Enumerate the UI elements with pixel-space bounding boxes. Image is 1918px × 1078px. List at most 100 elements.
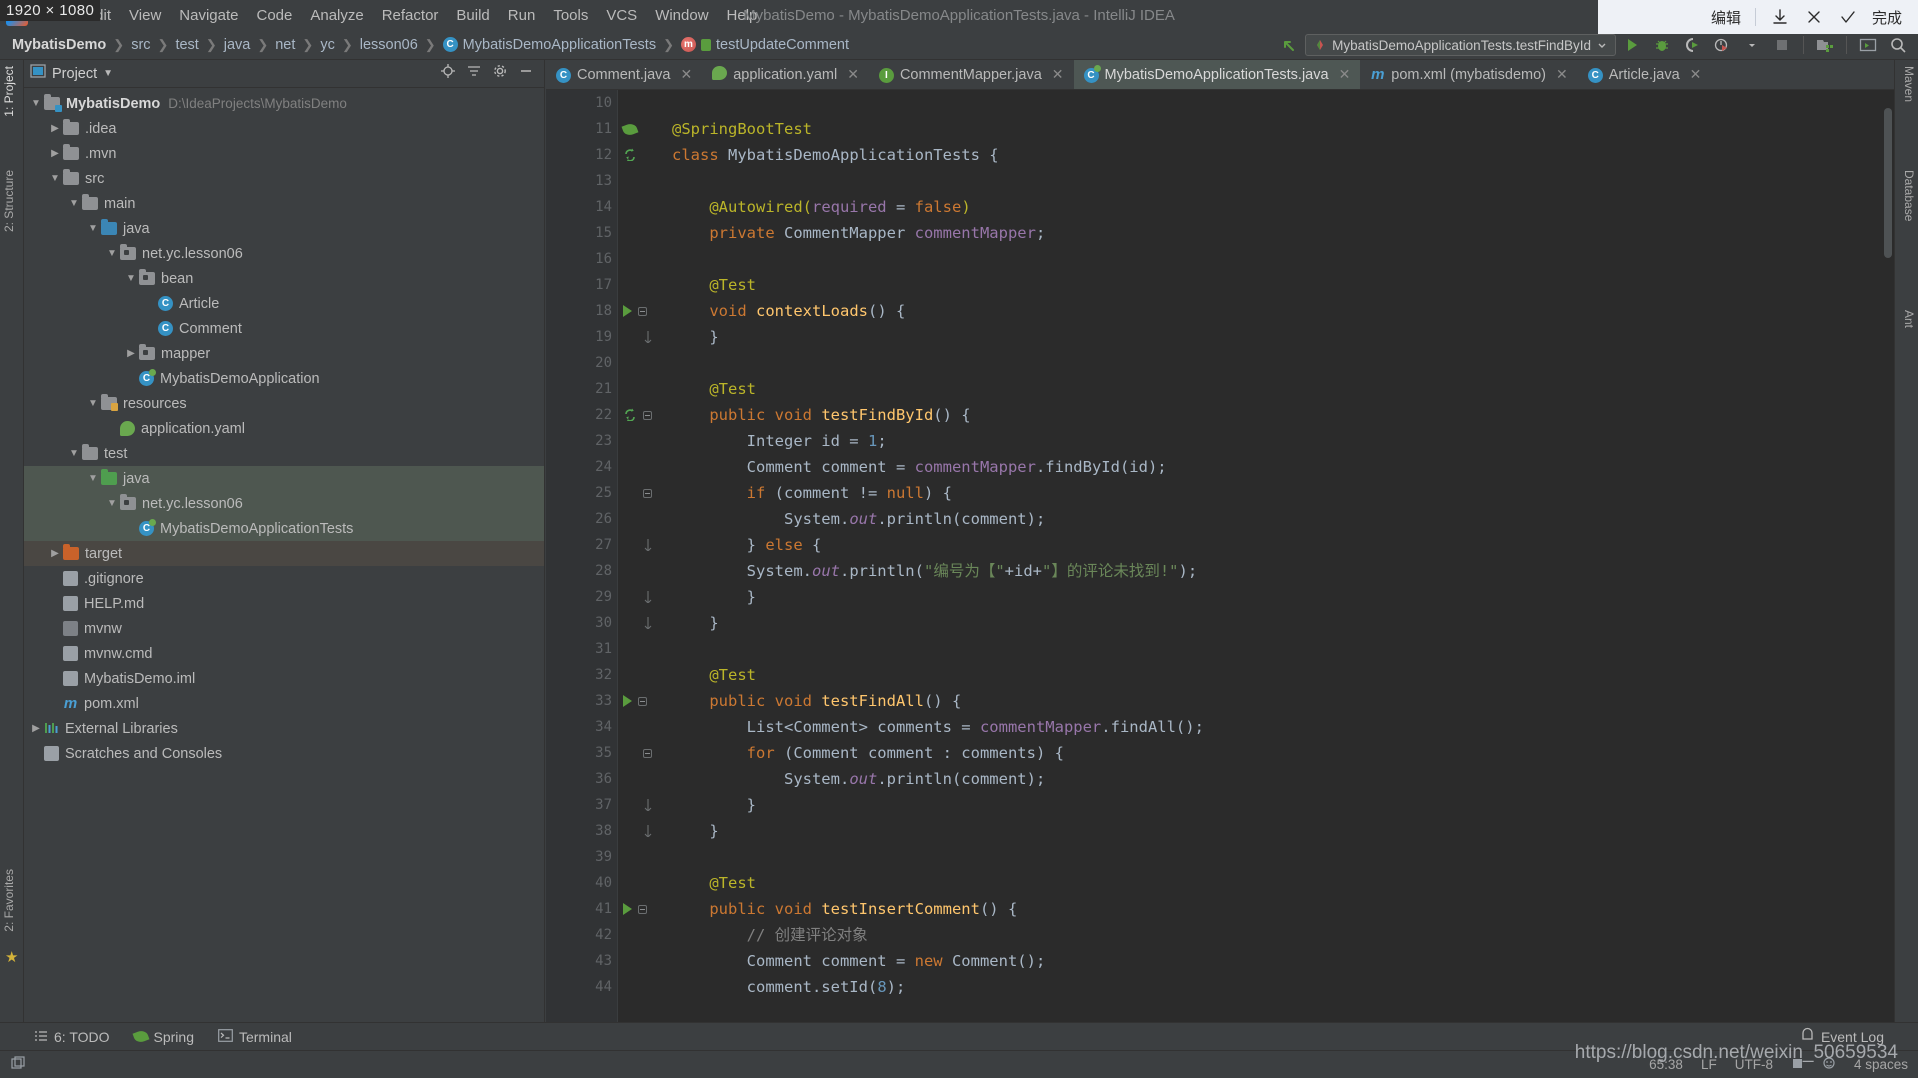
chevron-down-icon[interactable]: ▼ xyxy=(85,473,101,484)
code-line[interactable]: private CommentMapper commentMapper; xyxy=(672,220,1894,246)
rerun-test-icon[interactable] xyxy=(623,146,637,165)
chevron-right-icon[interactable]: ▶ xyxy=(28,723,44,734)
code-line[interactable]: @Autowired(required = false) xyxy=(672,194,1894,220)
chevron-down-icon[interactable]: ▼ xyxy=(103,68,113,79)
fold-collapse-icon[interactable] xyxy=(643,488,652,498)
breadcrumb-mybatisdemoapplicationtests[interactable]: C MybatisDemoApplicationTests xyxy=(442,37,656,53)
tree-node-article[interactable]: ·C Article xyxy=(24,291,544,316)
tree-node-comment[interactable]: ·C Comment xyxy=(24,316,544,341)
code-line[interactable]: Integer id = 1; xyxy=(672,428,1894,454)
close-tab-icon[interactable]: ✕ xyxy=(680,66,692,83)
close-tab-icon[interactable]: ✕ xyxy=(1339,66,1351,83)
tree-node-pom-xml[interactable]: ·m pom.xml xyxy=(24,691,544,716)
menu-item-view[interactable]: View xyxy=(120,3,170,28)
fold-end-icon[interactable] xyxy=(643,536,653,555)
code-line[interactable] xyxy=(672,246,1894,272)
tree-node-mybatisdemoapplication[interactable]: ·CMybatisDemoApplication xyxy=(24,366,544,391)
code-line[interactable]: } xyxy=(672,818,1894,844)
profiler-dropdown-icon[interactable] xyxy=(1738,32,1766,58)
rerun-test-icon[interactable] xyxy=(623,406,637,425)
chevron-right-icon[interactable]: ▶ xyxy=(47,548,63,559)
breadcrumb-net[interactable]: net xyxy=(275,37,295,53)
tree-node--gitignore[interactable]: · .gitignore xyxy=(24,566,544,591)
code-line[interactable]: } else { xyxy=(672,532,1894,558)
run-with-coverage-button[interactable] xyxy=(1678,32,1706,58)
editor-tab-commentmapper-java[interactable]: I CommentMapper.java ✕ xyxy=(869,60,1074,89)
debug-button[interactable] xyxy=(1648,32,1676,58)
tree-node-java[interactable]: ▼ java xyxy=(24,216,544,241)
status-toggle-icon[interactable] xyxy=(10,1055,26,1074)
fold-end-icon[interactable] xyxy=(643,588,653,607)
menu-item-build[interactable]: Build xyxy=(447,3,498,28)
back-arrow-icon[interactable] xyxy=(1275,32,1303,58)
code-line[interactable]: @SpringBootTest xyxy=(672,116,1894,142)
chevron-right-icon[interactable]: ▶ xyxy=(47,148,63,159)
tree-node-mybatisdemoapplicationtests[interactable]: ·CMybatisDemoApplicationTests xyxy=(24,516,544,541)
breadcrumb-java[interactable]: java xyxy=(224,37,251,53)
tree-node-mvnw[interactable]: · mvnw xyxy=(24,616,544,641)
chevron-down-icon[interactable]: ▼ xyxy=(85,398,101,409)
code-line[interactable]: public void testFindById() { xyxy=(672,402,1894,428)
fold-collapse-icon[interactable] xyxy=(638,904,647,914)
code-line[interactable]: System.out.println("编号为【"+id+"】的评论未找到!")… xyxy=(672,558,1894,584)
code-line[interactable] xyxy=(672,168,1894,194)
build-project-button[interactable] xyxy=(1811,32,1839,58)
code-line[interactable]: } xyxy=(672,584,1894,610)
tree-node-mybatisdemo-iml[interactable]: · MybatisDemo.iml xyxy=(24,666,544,691)
sidebar-item-project[interactable]: 1: Project xyxy=(2,66,16,117)
code-line[interactable]: List<Comment> comments = commentMapper.f… xyxy=(672,714,1894,740)
code-line[interactable]: System.out.println(comment); xyxy=(672,506,1894,532)
fold-collapse-icon[interactable] xyxy=(638,696,647,706)
code-line[interactable]: Comment comment = commentMapper.findById… xyxy=(672,454,1894,480)
breadcrumb-testupdatecomment[interactable]: m testUpdateComment xyxy=(681,37,849,53)
code-line[interactable]: public void testFindAll() { xyxy=(672,688,1894,714)
check-icon[interactable] xyxy=(1838,7,1858,27)
editor-vertical-scrollbar[interactable]: ✓ xyxy=(1882,90,1894,1022)
menu-item-vcs[interactable]: VCS xyxy=(597,3,646,28)
scrollbar-thumb[interactable] xyxy=(1884,108,1892,258)
menu-item-refactor[interactable]: Refactor xyxy=(373,3,448,28)
code-line[interactable] xyxy=(672,90,1894,116)
console-button[interactable] xyxy=(1854,32,1882,58)
capture-edit-label[interactable]: 编辑 xyxy=(1711,7,1741,28)
code-line[interactable]: if (comment != null) { xyxy=(672,480,1894,506)
close-tab-icon[interactable]: ✕ xyxy=(1556,66,1568,83)
sidebar-item-favorites[interactable]: 2: Favorites xyxy=(2,869,16,932)
tree-node-bean[interactable]: ▼ bean xyxy=(24,266,544,291)
tree-node-mybatisdemo[interactable]: ▼ MybatisDemo D:\IdeaProjects\MybatisDemo xyxy=(24,91,544,116)
menu-item-code[interactable]: Code xyxy=(247,3,301,28)
run-test-icon[interactable] xyxy=(623,695,632,707)
menu-item-window[interactable]: Window xyxy=(646,3,717,28)
spring-bean-icon[interactable] xyxy=(621,121,639,137)
code-line[interactable] xyxy=(672,636,1894,662)
collapse-all-icon[interactable] xyxy=(466,63,482,84)
code-line[interactable]: // 创建评论对象 xyxy=(672,922,1894,948)
download-icon[interactable] xyxy=(1770,7,1790,27)
tree-node-application-yaml[interactable]: · application.yaml xyxy=(24,416,544,441)
close-tab-icon[interactable]: ✕ xyxy=(1690,66,1702,83)
tree-node-java[interactable]: ▼ java xyxy=(24,466,544,491)
editor-tab-comment-java[interactable]: C Comment.java ✕ xyxy=(546,60,702,89)
settings-gear-icon[interactable] xyxy=(492,63,508,84)
code-line[interactable]: for (Comment comment : comments) { xyxy=(672,740,1894,766)
breadcrumb-mybatisdemo[interactable]: MybatisDemo xyxy=(12,37,106,53)
tree-node--mvn[interactable]: ▶ .mvn xyxy=(24,141,544,166)
chevron-down-icon[interactable]: ▼ xyxy=(104,498,120,509)
code-line[interactable] xyxy=(672,844,1894,870)
close-tab-icon[interactable]: ✕ xyxy=(1052,66,1064,83)
favorites-star-icon[interactable]: ★ xyxy=(5,948,18,966)
breadcrumb-yc[interactable]: yc xyxy=(320,37,335,53)
hide-panel-icon[interactable] xyxy=(518,63,534,84)
menu-item-analyze[interactable]: Analyze xyxy=(301,3,372,28)
sidebar-item-maven[interactable]: Maven xyxy=(1902,66,1916,102)
breadcrumb-test[interactable]: test xyxy=(175,37,198,53)
sidebar-item-database[interactable]: Database xyxy=(1902,170,1916,221)
tree-node-mvnw-cmd[interactable]: · mvnw.cmd xyxy=(24,641,544,666)
code-line[interactable]: public void testInsertComment() { xyxy=(672,896,1894,922)
tree-node-resources[interactable]: ▼ resources xyxy=(24,391,544,416)
run-button[interactable] xyxy=(1618,32,1646,58)
profiler-button[interactable] xyxy=(1708,32,1736,58)
tree-node-net-yc-lesson06[interactable]: ▼ net.yc.lesson06 xyxy=(24,241,544,266)
code-line[interactable] xyxy=(672,350,1894,376)
fold-collapse-icon[interactable] xyxy=(643,748,652,758)
